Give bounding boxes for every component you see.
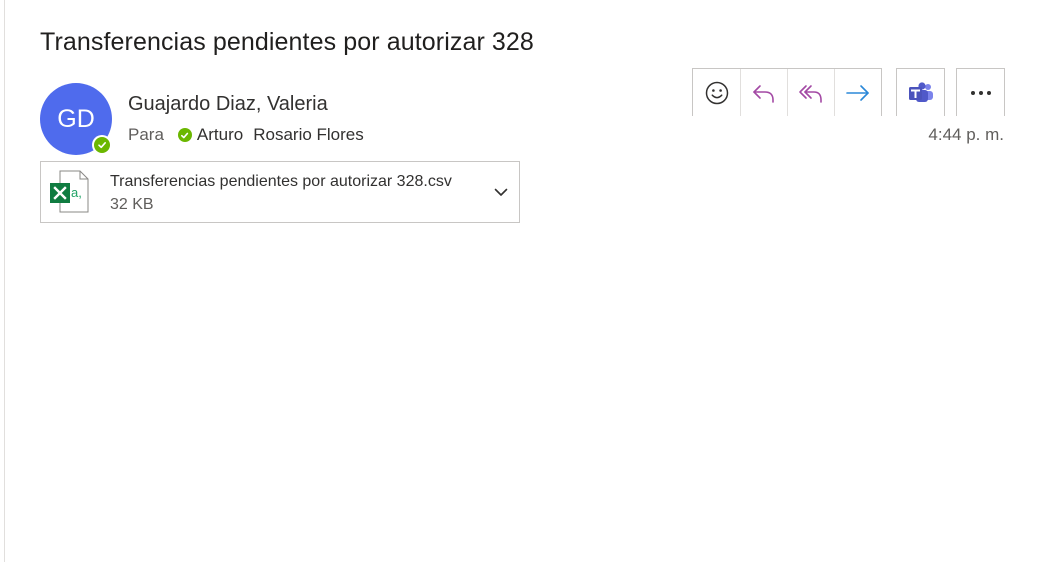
to-label: Para	[128, 125, 164, 144]
reading-pane-border	[4, 0, 5, 562]
attachment-size: 32 KB	[110, 196, 154, 213]
reply-button[interactable]	[740, 69, 787, 116]
recipient-last-name[interactable]: Rosario Flores	[253, 125, 364, 145]
more-actions-group	[956, 68, 1005, 116]
excel-csv-icon: a,	[50, 170, 89, 213]
sender-presence-badge	[92, 135, 112, 155]
avatar-initials: GD	[57, 104, 95, 133]
chevron-down-icon[interactable]	[493, 184, 509, 200]
forward-arrow-icon	[846, 84, 869, 101]
more-icon	[970, 90, 991, 95]
attachment-card[interactable]: a, Transferencias pendientes por autoriz…	[40, 161, 520, 223]
recipient-presence-icon	[177, 128, 192, 142]
teams-icon	[908, 81, 933, 102]
forward-button[interactable]	[834, 69, 881, 116]
email-subject: Transferencias pendientes por autorizar …	[40, 28, 534, 56]
available-check-icon	[94, 137, 110, 153]
reply-icon	[753, 84, 774, 103]
reply-all-icon	[799, 84, 822, 103]
share-to-teams-button[interactable]	[897, 69, 944, 116]
react-button[interactable]	[693, 69, 740, 116]
attachment-filename[interactable]: Transferencias pendientes por autorizar …	[110, 173, 452, 191]
message-action-bar	[692, 68, 882, 116]
recipient-first-name[interactable]: Arturo	[197, 125, 243, 145]
more-actions-button[interactable]	[957, 69, 1004, 116]
teams-action-group	[896, 68, 945, 116]
recipients-line: Para Arturo Rosario Flores	[128, 125, 364, 145]
sender-name[interactable]: Guajardo Diaz, Valeria	[128, 93, 328, 116]
smiley-icon	[705, 81, 728, 104]
reply-all-button[interactable]	[787, 69, 834, 116]
email-timestamp: 4:44 p. m.	[928, 125, 1004, 144]
svg-text:a,: a,	[71, 185, 82, 200]
